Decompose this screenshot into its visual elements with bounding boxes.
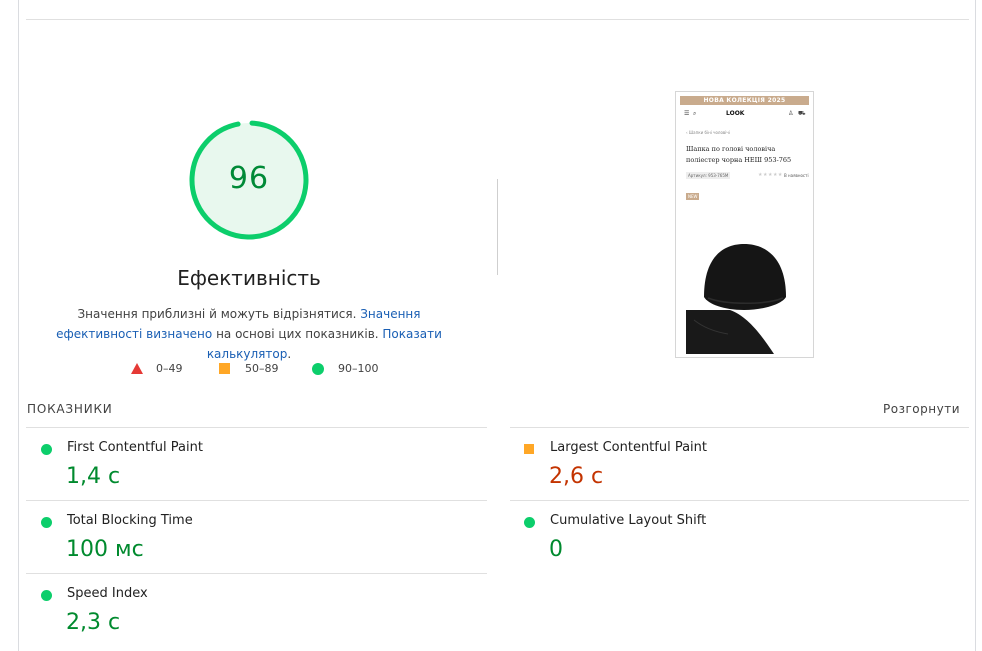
average-indicator-icon: [524, 444, 534, 454]
metric-lcp: Largest Contentful Paint 2,6 с: [509, 428, 969, 500]
menu-icon: ☰: [684, 110, 690, 117]
legend-label: 90–100: [338, 362, 379, 375]
note-text-3: .: [287, 347, 292, 361]
legend-poor: 0–49: [131, 362, 183, 375]
performance-gauge: 96: [188, 119, 310, 241]
metric-name: First Contentful Paint: [67, 440, 203, 455]
metric-name: Cumulative Layout Shift: [550, 513, 707, 528]
stock-status: В наявності: [784, 173, 809, 178]
product-sku: Артикул: 953-765М: [686, 172, 731, 179]
user-icon: ♙: [788, 110, 794, 117]
site-logo: LOOK: [726, 110, 745, 117]
promo-banner: НОВА КОЛЕКЦІЯ 2025: [680, 96, 809, 105]
triangle-icon: [131, 363, 143, 374]
metric-value: 1,4 с: [66, 464, 121, 489]
metrics-heading: ПОКАЗНИКИ: [27, 402, 113, 416]
metric-value: 100 мс: [66, 537, 144, 562]
metric-name: Largest Contentful Paint: [550, 440, 708, 455]
good-indicator-icon: [524, 517, 535, 528]
page-screenshot[interactable]: НОВА КОЛЕКЦІЯ 2025 ☰ ⌕ LOOK ♙ ⛟ ‹ Шапки …: [675, 91, 814, 358]
legend-good: 90–100: [312, 362, 379, 375]
breadcrumb: ‹ Шапки біні чоловічі: [686, 130, 730, 135]
rating-stars: ★★★★★: [758, 172, 783, 178]
new-tag: NEW: [686, 193, 700, 200]
product-photo: [686, 204, 803, 354]
metric-name: Total Blocking Time: [67, 513, 193, 528]
legend-average: 50–89: [219, 362, 279, 375]
metric-cls: Cumulative Layout Shift 0: [509, 501, 969, 573]
cart-icon: ⛟: [798, 110, 806, 117]
legend-label: 50–89: [245, 362, 279, 375]
metric-value: 2,6 с: [549, 464, 604, 489]
gauge-title: Ефективність: [177, 266, 321, 290]
legend-label: 0–49: [156, 362, 183, 375]
good-indicator-icon: [41, 590, 52, 601]
product-title: Шапка по голові чоловіча поліестер чорна…: [686, 145, 792, 164]
metric-value: 2,3 с: [66, 610, 121, 635]
metric-fcp: First Contentful Paint 1,4 с: [26, 428, 487, 500]
metric-value: 0: [549, 537, 563, 562]
site-header: ☰ ⌕ LOOK ♙ ⛟: [680, 108, 809, 120]
note-text-2: на основі цих показників.: [212, 327, 383, 341]
search-icon: ⌕: [693, 110, 697, 117]
score-note: Значення приблизні й можуть відрізнятися…: [50, 304, 448, 364]
metric-speed-index: Speed Index 2,3 с: [26, 574, 487, 646]
good-indicator-icon: [41, 444, 52, 455]
performance-score: 96: [228, 161, 270, 196]
circle-icon: [312, 362, 324, 375]
good-indicator-icon: [41, 517, 52, 528]
note-text-1: Значення приблизні й можуть відрізнятися…: [77, 307, 361, 321]
expand-toggle[interactable]: Розгорнути: [883, 402, 960, 416]
top-divider: [26, 19, 969, 20]
metric-name: Speed Index: [67, 586, 148, 601]
vertical-divider: [497, 179, 498, 275]
square-icon: [219, 363, 230, 374]
metric-tbt: Total Blocking Time 100 мс: [26, 501, 487, 573]
